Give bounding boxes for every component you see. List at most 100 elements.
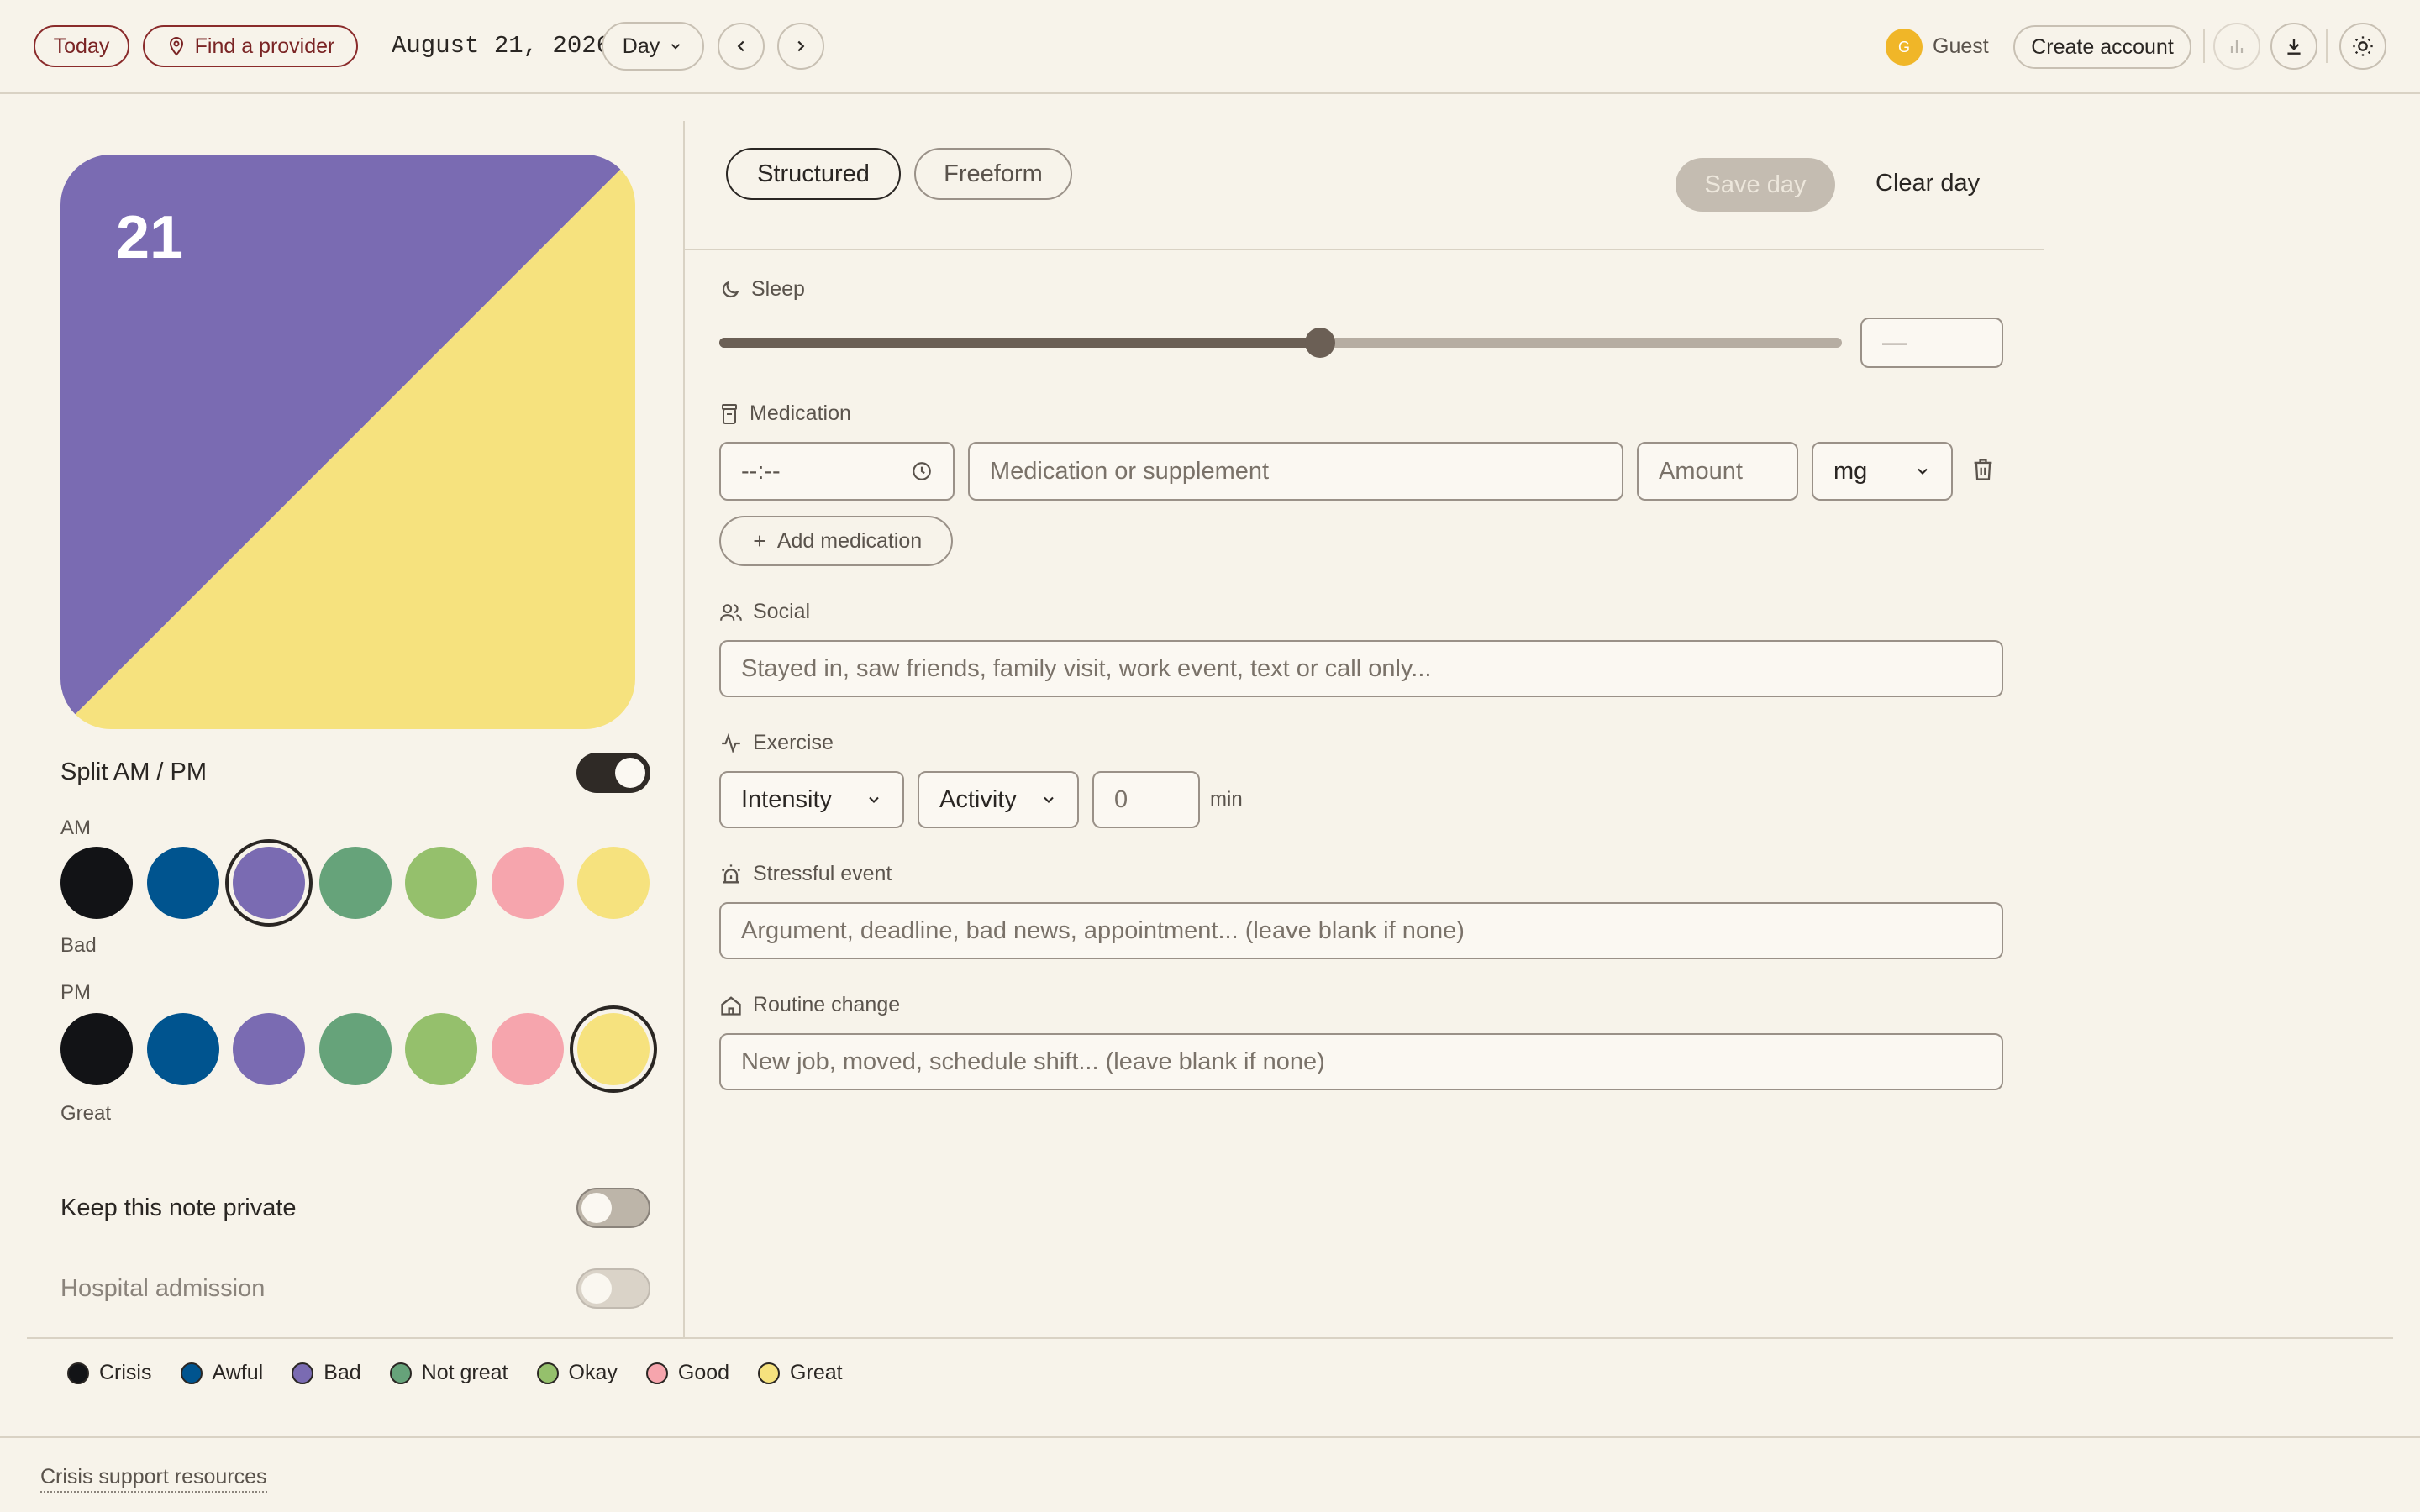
tab-structured[interactable]: Structured [726,148,901,200]
next-day-button[interactable] [777,23,824,70]
view-select[interactable]: Day [602,22,704,71]
tab-freeform[interactable]: Freeform [914,148,1072,200]
swatch-not-great[interactable] [318,847,392,919]
legend-dot [292,1362,314,1384]
pill-bottle-icon [722,403,737,424]
swatch-crisis[interactable] [60,1013,133,1085]
sun-icon [2353,36,2373,56]
footer-top-border [0,1436,2420,1438]
hospital-admission-toggle-knob [581,1273,612,1304]
am-label: AM [60,816,91,839]
swatch-bad[interactable] [233,847,305,919]
legend-item-good: Good [645,1361,729,1385]
medication-name-placeholder: Medication or supplement [990,457,1270,485]
swatch-good[interactable] [491,1013,564,1085]
download-button[interactable] [2270,23,2317,70]
find-provider-button[interactable]: Find a provider [143,25,358,67]
routine-placeholder: New job, moved, schedule shift... (leave… [741,1047,1325,1075]
stress-input[interactable]: Argument, deadline, bad news, appointmen… [719,902,2003,959]
legend-item-bad: Bad [292,1361,361,1385]
remove-medication-button[interactable] [1971,457,1995,486]
swatch-bad[interactable] [233,1013,305,1085]
sleep-value-field[interactable]: — [1860,318,2003,368]
medication-amount-placeholder: Amount [1659,457,1743,485]
legend-label: Awful [212,1361,264,1384]
add-medication-button[interactable]: Add medication [719,516,953,566]
medication-unit-select[interactable]: mg [1812,442,1953,501]
exercise-intensity-select[interactable]: Intensity [719,771,904,828]
am-mood-name: Bad [60,934,97,957]
today-button[interactable]: Today [34,25,129,67]
user-name: Guest [1933,34,1989,58]
social-input[interactable]: Stayed in, saw friends, family visit, wo… [719,640,2003,697]
sleep-value: — [1882,328,1907,356]
legend-dot [180,1362,203,1384]
header-divider-2 [2326,29,2328,63]
private-note-toggle[interactable] [576,1188,650,1228]
legend-dot [536,1362,559,1384]
sleep-section-label: Sleep [719,277,805,302]
split-ampm-label: Split AM / PM [60,759,208,785]
medication-time-input[interactable]: --:-- [719,442,955,501]
user-avatar: G [1886,29,1923,66]
split-ampm-toggle-knob [615,758,645,788]
mood-legend: Crisis Awful Bad Not great Okay Good Great [67,1361,843,1385]
stress-section-label: Stressful event [719,862,892,886]
day-mood-card[interactable]: 21 [60,155,635,729]
legend-dot [389,1362,412,1384]
chevron-down-icon [1044,796,1054,803]
trash-icon [1974,459,1992,480]
legend-item-great: Great [758,1361,843,1385]
swatch-not-great[interactable] [318,1013,392,1085]
swatch-awful[interactable] [146,847,219,919]
today-label: Today [53,34,110,58]
exercise-activity-select[interactable]: Activity [918,771,1079,828]
people-icon [720,603,742,621]
medication-section-label: Medication [719,402,851,426]
swatch-okay[interactable] [405,1013,477,1085]
medication-name-input[interactable]: Medication or supplement [968,442,1623,501]
private-note-label: Keep this note private [60,1194,297,1221]
header-divider [2203,29,2205,63]
save-day-label: Save day [1704,171,1807,198]
swatch-good[interactable] [491,847,564,919]
user-initial: G [1897,38,1910,55]
split-ampm-toggle[interactable] [576,753,650,793]
swatch-great[interactable] [577,1013,650,1085]
hospital-admission-toggle[interactable] [576,1268,650,1309]
legend-item-not-great: Not great [389,1361,508,1385]
stats-button[interactable] [2213,23,2260,70]
legend-dot [645,1362,668,1384]
left-panel-divider [683,121,685,1337]
medication-unit-value: mg [1833,457,1868,485]
legend-top-border [27,1337,2393,1339]
save-day-button[interactable]: Save day [1676,158,1835,212]
sleep-slider-thumb[interactable] [1304,328,1335,358]
hospital-admission-label: Hospital admission [60,1275,266,1302]
sleep-slider[interactable] [719,328,1842,358]
exercise-section-label: Exercise [719,731,834,755]
swatch-great[interactable] [577,847,650,919]
pm-label: PM [60,981,91,1004]
swatch-awful[interactable] [146,1013,219,1085]
pm-mood-name: Great [60,1102,112,1125]
create-account-button[interactable]: Create account [2013,25,2191,69]
clear-day-button[interactable]: Clear day [1876,170,1980,197]
bar-chart-icon [2230,40,2244,53]
swatch-crisis[interactable] [60,847,133,919]
routine-input[interactable]: New job, moved, schedule shift... (leave… [719,1033,2003,1090]
previous-day-button[interactable] [718,23,765,70]
crisis-support-link[interactable]: Crisis support resources [40,1465,267,1493]
exercise-minutes-input[interactable]: 0 [1092,771,1200,828]
medication-amount-input[interactable]: Amount [1637,442,1798,501]
swatch-okay[interactable] [405,847,477,919]
stress-label: Stressful event [753,862,892,885]
exercise-minutes-value: 0 [1114,785,1128,813]
day-number: 21 [116,204,184,271]
add-medication-label: Add medication [776,528,923,553]
alarm-icon [721,864,741,883]
exercise-activity-value: Activity [939,785,1017,813]
clock-icon[interactable] [911,460,933,482]
theme-toggle-button[interactable] [2339,23,2386,70]
download-icon [2287,39,2301,55]
